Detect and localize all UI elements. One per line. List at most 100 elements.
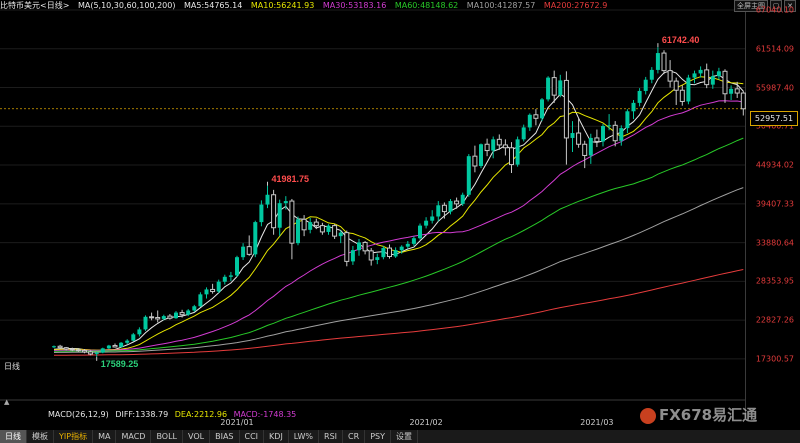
price-tick-0: 67040.10 xyxy=(755,5,794,15)
candle-body-22 xyxy=(186,310,191,315)
candle-body-82 xyxy=(551,77,557,96)
candle-body-101 xyxy=(667,70,673,82)
candle-body-61 xyxy=(424,220,429,226)
candle-body-95 xyxy=(631,102,636,112)
candle-body-1 xyxy=(57,345,63,349)
price-tick-6: 33880.64 xyxy=(755,238,794,248)
tab-9[interactable]: KDJ xyxy=(264,430,289,443)
candle-body-74 xyxy=(502,144,508,149)
candle-body-19 xyxy=(167,315,173,319)
candle-body-93 xyxy=(619,128,624,141)
watermark-text: FX678易汇通 xyxy=(659,406,758,424)
tab-10[interactable]: LW% xyxy=(289,430,320,443)
candle-body-99 xyxy=(655,53,660,70)
candle-body-79 xyxy=(533,114,539,119)
candle-body-90 xyxy=(601,126,605,142)
candle-body-51 xyxy=(362,241,368,252)
candle-body-110 xyxy=(722,70,728,95)
candle-body-29 xyxy=(228,275,233,277)
candle-body-45 xyxy=(326,225,331,232)
candle-body-31 xyxy=(241,246,246,258)
tab-1[interactable]: 模板 xyxy=(27,430,54,443)
candle-body-72 xyxy=(491,139,496,151)
candle-body-26 xyxy=(210,288,216,293)
ma10-value: MA10:56241.93 xyxy=(250,1,315,10)
period-label: 日线 xyxy=(4,362,20,371)
price-tick-4: 44934.02 xyxy=(755,160,794,170)
date-label-2: 2021/03 xyxy=(580,418,614,427)
candle-body-9 xyxy=(106,345,111,349)
candle-body-87 xyxy=(582,143,588,156)
symbol-title[interactable]: 比特币美元<日线> xyxy=(0,1,69,10)
candle-body-24 xyxy=(198,294,203,307)
candle-body-10 xyxy=(112,345,118,348)
price-tick-9: 17300.57 xyxy=(755,354,794,364)
date-label-1: 2021/02 xyxy=(409,418,443,427)
candle-body-44 xyxy=(319,225,325,233)
candle-body-80 xyxy=(540,99,544,119)
candle-body-92 xyxy=(612,124,618,142)
tab-2[interactable]: YIP指标 xyxy=(54,430,94,443)
tab-4[interactable]: MACD xyxy=(116,430,152,443)
candle-body-65 xyxy=(448,201,453,212)
candle-body-12 xyxy=(125,340,130,343)
candle-body-64 xyxy=(441,204,447,213)
candle-body-47 xyxy=(338,232,343,237)
candle-body-97 xyxy=(643,79,648,91)
candle-body-54 xyxy=(381,248,386,258)
candle-body-104 xyxy=(686,77,691,102)
candle-body-37 xyxy=(277,203,282,228)
ma200-value: MA200:27672.9 xyxy=(543,1,608,10)
candle-body-49 xyxy=(350,250,355,262)
candle-body-21 xyxy=(179,312,185,316)
candle-body-109 xyxy=(716,71,721,77)
tab-0[interactable]: 日线 xyxy=(0,430,27,443)
candle-body-105 xyxy=(692,73,697,78)
ma5-value: MA5:54765.14 xyxy=(184,1,243,10)
tab-13[interactable]: PSY xyxy=(365,430,391,443)
tab-8[interactable]: CCI xyxy=(240,430,265,443)
low-annotation: 17589.25 xyxy=(101,359,139,369)
candle-body-20 xyxy=(174,312,178,319)
candle-body-3 xyxy=(69,348,75,351)
candle-body-46 xyxy=(332,225,338,237)
candle-body-41 xyxy=(301,218,307,231)
candle-body-32 xyxy=(246,246,252,255)
price-chart[interactable]: 41981.75 61742.40 17589.25 xyxy=(0,0,746,418)
candle-body-106 xyxy=(698,69,703,74)
candle-body-94 xyxy=(625,111,630,129)
tab-3[interactable]: MA xyxy=(93,430,117,443)
ma100-value: MA100:41287.57 xyxy=(466,1,536,10)
price-tick-7: 28353.95 xyxy=(755,276,794,286)
fx678-logo xyxy=(640,407,656,424)
candle-body-77 xyxy=(521,127,526,140)
tab-7[interactable]: BIAS xyxy=(210,430,240,443)
candle-body-25 xyxy=(204,289,209,295)
candle-body-63 xyxy=(436,205,441,217)
candle-body-111 xyxy=(729,88,734,94)
candle-body-36 xyxy=(271,194,277,229)
tab-12[interactable]: CR xyxy=(343,430,366,443)
candle-body-2 xyxy=(63,347,69,350)
candle-body-14 xyxy=(137,329,142,335)
price-tick-1: 61514.09 xyxy=(755,44,794,54)
candle-body-75 xyxy=(509,147,514,166)
tab-11[interactable]: RSI xyxy=(319,430,344,443)
candle-body-4 xyxy=(75,349,81,352)
date-axis: 2021/01 2021/02 2021/03 xyxy=(0,418,744,429)
tab-5[interactable]: BOLL xyxy=(151,430,183,443)
candle-body-73 xyxy=(496,138,502,146)
candle-body-83 xyxy=(558,80,563,96)
indicator-header: 比特币美元<日线> MA(5,10,30,60,100,200) MA5:547… xyxy=(0,0,744,12)
candle-body-53 xyxy=(375,257,380,260)
tab-14[interactable]: 设置 xyxy=(391,430,418,443)
candle-body-62 xyxy=(430,216,435,221)
candle-body-69 xyxy=(472,155,478,167)
candle-body-0 xyxy=(52,346,56,348)
candle-body-100 xyxy=(661,52,667,72)
candle-body-113 xyxy=(740,92,746,110)
price-tick-5: 39407.33 xyxy=(755,199,794,209)
candle-body-56 xyxy=(393,250,398,257)
tab-6[interactable]: VOL xyxy=(183,430,211,443)
period-arrow-icon[interactable]: ▲ xyxy=(4,398,9,406)
